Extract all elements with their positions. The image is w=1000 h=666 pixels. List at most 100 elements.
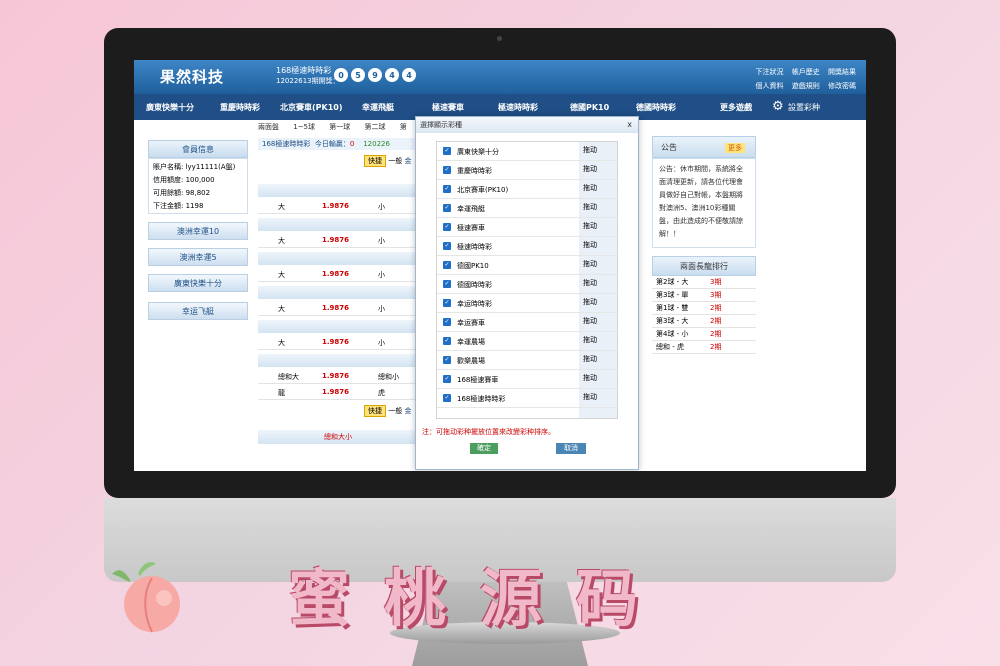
nav-item[interactable]: 重慶時時彩 [220,102,260,113]
nav-item[interactable]: 更多遊戲 [720,102,752,113]
close-icon[interactable]: x [627,117,632,133]
drag-handle[interactable]: 拖动 [583,259,597,269]
drag-handle[interactable]: 拖动 [583,335,597,345]
checkbox-checked-icon[interactable]: ✓ [443,356,451,364]
quick-button[interactable]: 快捷 [364,155,386,167]
checkbox-checked-icon[interactable]: ✓ [443,242,451,250]
odds-c: 小 [378,339,385,347]
link-results[interactable]: 開獎結果 [828,68,856,76]
list-item[interactable]: ✓ 重慶時時彩 拖动 [437,161,619,180]
section-band [258,320,418,333]
gear-icon[interactable]: ⚙ [772,99,784,114]
tab[interactable]: 兩面盤 [258,123,279,131]
odds-row[interactable]: 大 1.9876 小 [258,232,418,248]
checkbox-checked-icon[interactable]: ✓ [443,280,451,288]
nav-item[interactable]: 德國時時彩 [636,102,676,113]
settings-link[interactable]: 設置彩种 [788,102,820,113]
odds-row[interactable]: 大 1.9876 小 [258,300,418,316]
ranking-name: 第3球 - 大 [656,317,689,325]
list-item[interactable]: ✓ 德國PK10 拖动 [437,256,619,275]
game-button[interactable]: 澳洲幸運5 [148,248,248,266]
more-badge[interactable]: 更多 [725,143,745,153]
item-name: 德國PK10 [457,262,489,270]
nav-item[interactable]: 北京賽車(PK10) [280,102,343,113]
drag-handle[interactable]: 拖动 [583,164,597,174]
drag-handle[interactable]: 拖动 [583,202,597,212]
checkbox-checked-icon[interactable]: ✓ [443,185,451,193]
drag-handle[interactable]: 拖动 [583,316,597,326]
list-item[interactable]: ✓ 168極速時時彩 拖动 [437,389,619,408]
result-ball: 0 [334,68,348,82]
link-change-password[interactable]: 修改密碼 [828,82,856,90]
normal-button[interactable]: 一般 [388,157,402,165]
odds-row[interactable]: 大 1.9876 小 [258,198,418,214]
ranking-row: 第4球 - 小 2期 [652,328,756,341]
drag-handle[interactable]: 拖动 [583,240,597,250]
drag-handle[interactable]: 拖动 [583,354,597,364]
item-name: 歡樂農場 [457,357,485,365]
nav-item[interactable]: 廣東快樂十分 [146,102,194,113]
odds-row[interactable]: 大 1.9876 小 [258,266,418,282]
nav-item[interactable]: 極速賽車 [432,102,464,113]
drag-handle[interactable]: 拖动 [583,392,597,402]
odds-row[interactable]: 龍 1.9876 虎 [258,384,418,400]
odds-row[interactable]: 總和大 1.9876 總和小 [258,368,418,384]
list-item[interactable]: ✓ 歡樂農場 拖动 [437,351,619,370]
list-item[interactable]: ✓ 幸運飛艇 拖动 [437,199,619,218]
checkbox-checked-icon[interactable]: ✓ [443,204,451,212]
checkbox-checked-icon[interactable]: ✓ [443,299,451,307]
list-item[interactable]: ✓ 廣東快樂十分 拖动 [437,142,619,161]
list-item[interactable]: ✓ 極速賽車 拖动 [437,218,619,237]
cancel-button[interactable]: 取消 [556,443,586,454]
link-rules[interactable]: 遊戲規則 [792,82,820,90]
list-item[interactable]: ✓ 極速時時彩 拖动 [437,237,619,256]
info-value: lyy11111(A盤) [185,163,236,171]
game-button[interactable]: 廣東快樂十分 [148,274,248,292]
link-bet-status[interactable]: 下注狀況 [756,68,784,76]
checkbox-checked-icon[interactable]: ✓ [443,337,451,345]
tab[interactable]: 1~5球 [293,123,315,131]
drag-handle[interactable]: 拖动 [583,183,597,193]
drag-handle[interactable]: 拖动 [583,297,597,307]
list-item[interactable]: ✓ 幸运賽車 拖动 [437,313,619,332]
nav-item[interactable]: 極速時時彩 [498,102,538,113]
odds-value: 1.9876 [322,372,350,380]
tab[interactable]: 第一球 [329,123,350,131]
game-button[interactable]: 澳洲幸運10 [148,222,248,240]
odds-row[interactable]: 大 1.9876 小 [258,334,418,350]
drag-handle[interactable]: 拖动 [583,373,597,383]
notice-text: 公告：休市期間，系統將全面清理更新，請各位代理會員做好自己對帳，本盤期將對澳洲5… [652,158,756,248]
checkbox-checked-icon[interactable]: ✓ [443,166,451,174]
normal-button[interactable]: 一般 [388,407,402,415]
list-item[interactable]: ✓ 幸運農場 拖动 [437,332,619,351]
quick-button[interactable]: 快捷 [364,405,386,417]
game-button[interactable]: 幸运飞艇 [148,302,248,320]
list-item[interactable]: ✓ 北京賽車(PK10) 拖动 [437,180,619,199]
drag-handle[interactable]: 拖动 [583,221,597,231]
link-account-history[interactable]: 帳戶歷史 [792,68,820,76]
item-name: 極速賽車 [457,224,485,232]
checkbox-checked-icon[interactable]: ✓ [443,375,451,383]
section-band [258,252,418,265]
item-name: 168極速時時彩 [457,395,506,403]
list-item[interactable]: ✓ 幸运時時彩 拖动 [437,294,619,313]
checkbox-checked-icon[interactable]: ✓ [443,147,451,155]
section-band [258,184,418,197]
checkbox-checked-icon[interactable]: ✓ [443,394,451,402]
checkbox-checked-icon[interactable]: ✓ [443,223,451,231]
tab[interactable]: 第二球 [364,123,385,131]
nav-item[interactable]: 幸運飛艇 [362,102,394,113]
list-item[interactable]: ✓ 德國時時彩 拖动 [437,275,619,294]
nav-item[interactable]: 德國PK10 [570,102,609,113]
odds-c: 總和小 [378,373,399,381]
checkbox-checked-icon[interactable]: ✓ [443,318,451,326]
link-profile[interactable]: 個人資料 [756,82,784,90]
notice-title-text: 公告 [661,143,677,152]
item-name: 幸运時時彩 [457,300,492,308]
drag-handle[interactable]: 拖动 [583,278,597,288]
list-item[interactable]: ✓ 168極速賽車 拖动 [437,370,619,389]
confirm-button[interactable]: 確定 [470,443,498,454]
tab[interactable]: 第 [400,123,407,131]
checkbox-checked-icon[interactable]: ✓ [443,261,451,269]
drag-handle[interactable]: 拖动 [583,145,597,155]
